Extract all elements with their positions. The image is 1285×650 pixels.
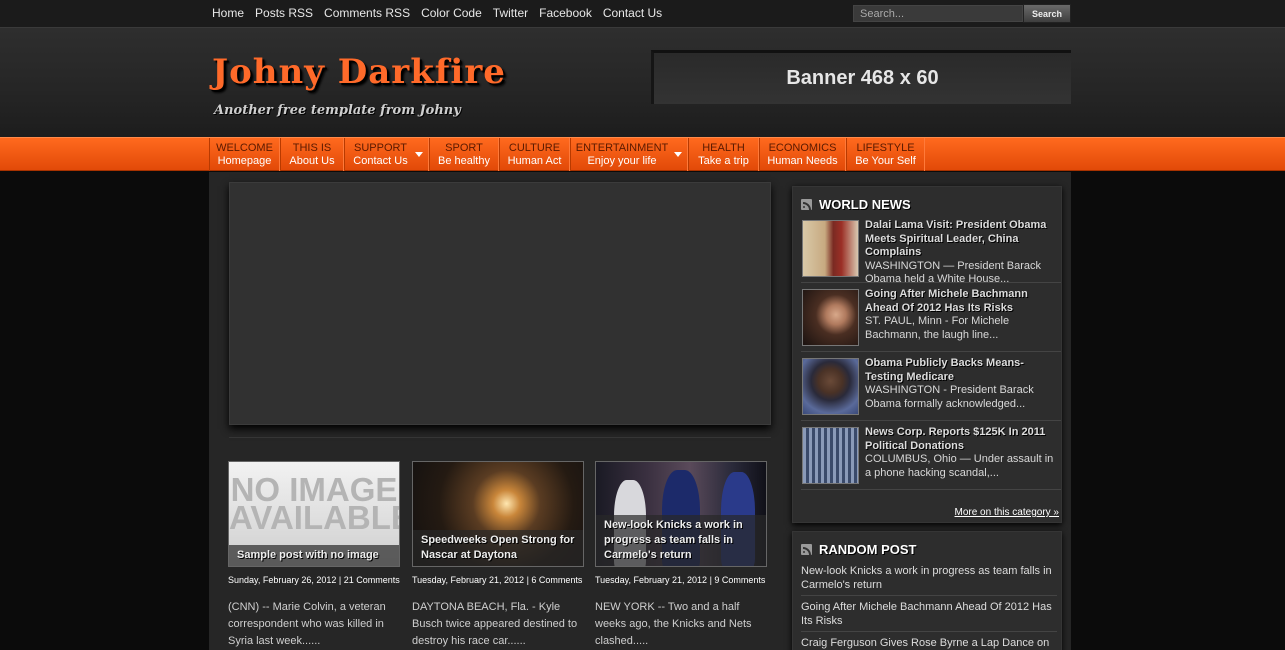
news-excerpt: WASHINGTON — President Barack Obama held… xyxy=(865,259,1042,286)
nav-item-this-is[interactable]: THIS IS About Us xyxy=(280,138,344,171)
widget-title-text: WORLD NEWS xyxy=(819,197,911,212)
main-nav: WELCOME Homepage THIS IS About Us SUPPOR… xyxy=(0,137,1285,171)
nav-item-top-label: WELCOME xyxy=(216,142,273,154)
rss-icon xyxy=(801,199,812,210)
news-item[interactable]: Going After Michele Bachmann Ahead Of 20… xyxy=(801,286,1061,352)
random-post-link[interactable]: Going After Michele Bachmann Ahead Of 20… xyxy=(801,601,1057,632)
post-excerpt: NEW YORK -- Two and a half weeks ago, th… xyxy=(595,601,752,647)
search-button[interactable]: Search xyxy=(1023,4,1071,23)
nav-item-top-label: HEALTH xyxy=(702,142,745,154)
post-card: New-look Knicks a work in progress as te… xyxy=(595,461,767,650)
post-thumbnail[interactable]: NO IMAGE AVAILABLE Sample post with no i… xyxy=(228,461,400,567)
post-card: Speedweeks Open Strong for Nascar at Day… xyxy=(412,461,584,650)
post-thumbnail[interactable]: Speedweeks Open Strong for Nascar at Day… xyxy=(412,461,584,567)
nav-item-bottom-label: Human Needs xyxy=(767,155,838,167)
nav-item-entertainment[interactable]: ENTERTAINMENT Enjoy your life xyxy=(570,138,688,171)
nav-item-top-label: SUPPORT xyxy=(354,142,407,154)
top-link-home[interactable]: Home xyxy=(212,6,244,20)
nav-item-bottom-label: Contact Us xyxy=(353,155,408,167)
featured-slider[interactable] xyxy=(229,182,771,425)
nav-item-economics[interactable]: ECONOMICS Human Needs xyxy=(759,138,846,171)
nav-item-bottom-label: Enjoy your life xyxy=(587,155,657,167)
nav-item-culture[interactable]: CULTURE Human Act xyxy=(499,138,570,171)
post-title[interactable]: Sample post with no image xyxy=(229,545,399,566)
chevron-down-icon xyxy=(674,152,682,157)
news-thumbnail[interactable] xyxy=(802,358,859,415)
nav-item-top-label: SPORT xyxy=(445,142,483,154)
nav-item-top-label: CULTURE xyxy=(508,142,561,154)
nav-item-bottom-label: Take a trip xyxy=(698,155,749,167)
news-title[interactable]: Obama Publicly Backs Means-Testing Medic… xyxy=(865,357,1061,384)
nav-item-health[interactable]: HEALTH Take a trip xyxy=(688,138,759,171)
nav-item-support[interactable]: SUPPORT Contact Us xyxy=(344,138,429,171)
nav-item-welcome[interactable]: WELCOME Homepage xyxy=(209,138,280,171)
widget-title: WORLD NEWS xyxy=(801,197,911,212)
news-item[interactable]: News Corp. Reports $125K In 2011 Politic… xyxy=(801,424,1061,490)
post-meta: Tuesday, February 21, 2012 | 6 Comments xyxy=(412,575,583,585)
news-title[interactable]: Dalai Lama Visit: President Obama Meets … xyxy=(865,219,1061,260)
nav-item-top-label: LIFESTYLE xyxy=(856,142,915,154)
top-link-contact-us[interactable]: Contact Us xyxy=(603,6,662,20)
ad-banner[interactable]: Banner 468 x 60 xyxy=(651,50,1071,104)
post-title[interactable]: Speedweeks Open Strong for Nascar at Day… xyxy=(413,530,583,566)
nav-item-top-label: ECONOMICS xyxy=(768,142,837,154)
more-on-category-link[interactable]: More on this category » xyxy=(955,507,1060,518)
post-excerpt: DAYTONA BEACH, Fla. - Kyle Busch twice a… xyxy=(412,601,578,647)
news-excerpt: ST. PAUL, Minn - For Michele Bachmann, t… xyxy=(865,315,1010,341)
post-card: NO IMAGE AVAILABLE Sample post with no i… xyxy=(228,461,400,650)
top-link-facebook[interactable]: Facebook xyxy=(539,6,592,20)
post-title[interactable]: New-look Knicks a work in progress as te… xyxy=(596,515,766,566)
news-excerpt: WASHINGTON - President Barack Obama form… xyxy=(865,384,1034,410)
news-thumbnail[interactable] xyxy=(802,427,859,484)
random-post-link[interactable]: New-look Knicks a work in progress as te… xyxy=(801,565,1057,596)
nav-item-sport[interactable]: SPORT Be healthy xyxy=(429,138,499,171)
widget-title-text: RANDOM POST xyxy=(819,542,917,557)
top-link-posts-rss[interactable]: Posts RSS xyxy=(255,6,313,20)
rss-icon xyxy=(801,544,812,555)
site-tagline: Another free template from Johny xyxy=(214,103,461,118)
top-link-twitter[interactable]: Twitter xyxy=(493,6,528,20)
top-link-color-code[interactable]: Color Code xyxy=(421,6,482,20)
nav-item-top-label: ENTERTAINMENT xyxy=(575,142,669,154)
news-excerpt: COLUMBUS, Ohio — Under assault in a phon… xyxy=(865,453,1054,479)
nav-item-bottom-label: Homepage xyxy=(217,155,272,167)
news-thumbnail[interactable] xyxy=(802,220,859,277)
news-item[interactable]: Dalai Lama Visit: President Obama Meets … xyxy=(801,217,1061,285)
nav-item-top-label: THIS IS xyxy=(292,142,332,154)
nav-item-bottom-label: About Us xyxy=(289,155,335,167)
chevron-down-icon xyxy=(415,152,423,157)
top-link-comments-rss[interactable]: Comments RSS xyxy=(324,6,410,20)
post-meta: Tuesday, February 21, 2012 | 9 Comments xyxy=(595,575,766,585)
news-item[interactable]: Obama Publicly Backs Means-Testing Medic… xyxy=(801,355,1061,421)
news-title[interactable]: News Corp. Reports $125K In 2011 Politic… xyxy=(865,426,1061,453)
news-title[interactable]: Going After Michele Bachmann Ahead Of 20… xyxy=(865,288,1061,315)
search-input[interactable] xyxy=(853,5,1023,22)
site-logo[interactable]: Johny Darkfire xyxy=(212,52,506,92)
content-divider xyxy=(229,437,771,438)
widget-title: RANDOM POST xyxy=(801,542,917,557)
nav-item-lifestyle[interactable]: LIFESTYLE Be Your Self xyxy=(846,138,925,171)
post-thumbnail[interactable]: New-look Knicks a work in progress as te… xyxy=(595,461,767,567)
top-links: Home Posts RSS Comments RSS Color Code T… xyxy=(212,6,673,20)
site-header: Johny Darkfire Another free template fro… xyxy=(0,27,1285,137)
post-meta: Sunday, February 26, 2012 | 21 Comments xyxy=(228,575,400,585)
world-news-widget: WORLD NEWS Dalai Lama Visit: President O… xyxy=(792,186,1062,523)
news-thumbnail[interactable] xyxy=(802,289,859,346)
random-post-link[interactable]: Craig Ferguson Gives Rose Byrne a Lap Da… xyxy=(801,637,1057,650)
random-post-list: New-look Knicks a work in progress as te… xyxy=(801,565,1057,650)
top-bar: Home Posts RSS Comments RSS Color Code T… xyxy=(0,0,1285,27)
nav-item-bottom-label: Be Your Self xyxy=(855,155,916,167)
random-post-widget: RANDOM POST New-look Knicks a work in pr… xyxy=(792,531,1062,650)
post-excerpt: (CNN) -- Marie Colvin, a veteran corresp… xyxy=(228,601,386,647)
nav-item-bottom-label: Be healthy xyxy=(438,155,490,167)
nav-item-bottom-label: Human Act xyxy=(507,155,562,167)
